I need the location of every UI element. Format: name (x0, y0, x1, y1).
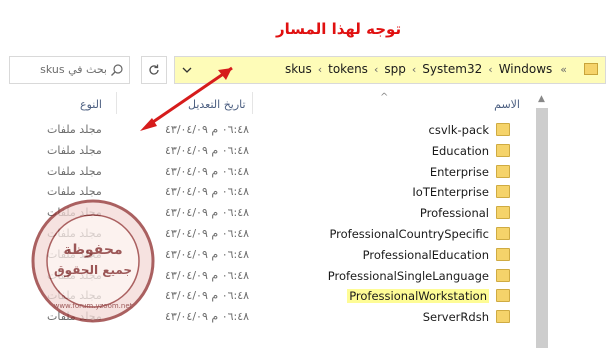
file-name: Education (431, 143, 489, 158)
folder-icon (496, 143, 510, 157)
breadcrumb-item-skus[interactable]: skus (285, 62, 312, 76)
search-box[interactable]: بحث في skus (9, 56, 130, 84)
list-item[interactable]: Enterprise ٠٦:٤٨ م ٤٣/٠٤/٠٩ مجلد ملفات (0, 162, 534, 183)
file-name: ServerRdsh (422, 310, 489, 325)
scroll-up-icon[interactable]: ▲ (538, 94, 545, 104)
folder-icon (496, 247, 510, 261)
file-date: ٠٦:٤٨ م ٤٣/٠٤/٠٩ (165, 143, 250, 157)
file-type: مجلد ملفات (47, 123, 102, 136)
list-item[interactable]: Education ٠٦:٤٨ م ٤٣/٠٤/٠٩ مجلد ملفات (0, 141, 534, 162)
file-type: مجلد ملفات (47, 143, 102, 157)
toolbar: بحث في skus skus ‹ tokens ‹ spp ‹ System… (0, 52, 608, 88)
breadcrumb-separator-icon: ‹ (317, 62, 323, 76)
breadcrumb-item-spp[interactable]: spp (384, 62, 406, 76)
folder-icon (496, 185, 510, 199)
file-name: Professional (419, 206, 489, 221)
folder-icon (496, 268, 510, 282)
breadcrumb-item-windows[interactable]: Windows (499, 62, 553, 76)
file-date: ٠٦:٤٨ م ٤٣/٠٤/٠٩ (165, 206, 250, 220)
breadcrumb-more-icon[interactable]: « (560, 63, 567, 76)
scrollbar[interactable]: ▲ (536, 92, 548, 352)
breadcrumb-item-system32[interactable]: System32 (422, 62, 482, 76)
file-name: Enterprise (429, 164, 489, 179)
file-date: ٠٦:٤٨ م ٤٣/٠٤/٠٩ (165, 185, 250, 199)
address-bar[interactable]: skus ‹ tokens ‹ spp ‹ System32 ‹ Windows… (174, 56, 606, 84)
scrollbar-thumb[interactable] (536, 108, 548, 348)
file-date: ٠٦:٤٨ م ٤٣/٠٤/٠٩ (165, 289, 250, 303)
column-divider[interactable] (116, 92, 117, 114)
breadcrumb-separator-icon: ‹ (411, 62, 417, 76)
folder-icon (496, 226, 510, 240)
column-date-modified[interactable]: تاريخ التعديل (188, 98, 246, 111)
file-date: ٠٦:٤٨ م ٤٣/٠٤/٠٩ (165, 164, 250, 178)
file-date: ٠٦:٤٨ م ٤٣/٠٤/٠٩ (165, 247, 250, 261)
column-divider[interactable] (252, 92, 253, 114)
watermark-text-1: محفوظة (63, 242, 122, 258)
file-name: csvlk-pack (428, 123, 489, 137)
column-name[interactable]: الاسم (494, 98, 520, 111)
file-name: ProfessionalSingleLanguage (327, 268, 489, 283)
breadcrumb-item-tokens[interactable]: tokens (328, 62, 368, 76)
folder-icon (584, 63, 598, 75)
watermark-text-2: جميع الحقوق (54, 263, 132, 278)
sort-up-icon: ^ (380, 92, 389, 103)
breadcrumb-separator-icon: ‹ (373, 62, 379, 76)
breadcrumb-separator-icon: ‹ (488, 62, 493, 76)
search-placeholder: بحث في skus (40, 63, 107, 76)
column-header: ^ الاسم تاريخ التعديل النوع (0, 92, 534, 118)
refresh-icon (149, 64, 159, 75)
watermark-seal: محفوظة جميع الحقوق www.forum.yzoom.net (31, 199, 155, 323)
column-type[interactable]: النوع (80, 98, 102, 111)
file-type: مجلد ملفات (47, 164, 102, 178)
refresh-button[interactable] (141, 56, 167, 84)
folder-icon (496, 310, 510, 324)
file-date: ٠٦:٤٨ م ٤٣/٠٤/٠٩ (165, 310, 250, 324)
folder-icon (496, 164, 510, 178)
annotation-label: توجه لهذا المسار (276, 20, 402, 38)
file-date: ٠٦:٤٨ م ٤٣/٠٤/٠٩ (165, 226, 250, 240)
breadcrumb: skus ‹ tokens ‹ spp ‹ System32 ‹ Windows… (285, 62, 573, 76)
file-name: IoTEnterprise (412, 185, 489, 200)
file-name: ProfessionalWorkstation (347, 289, 489, 304)
folder-icon (496, 289, 510, 303)
watermark-site: www.forum.yzoom.net (54, 302, 133, 310)
file-name: ProfessionalCountrySpecific (329, 226, 489, 241)
file-date: ٠٦:٤٨ م ٤٣/٠٤/٠٩ (165, 123, 250, 136)
chevron-down-icon[interactable] (181, 64, 193, 76)
file-date: ٠٦:٤٨ م ٤٣/٠٤/٠٩ (165, 268, 250, 282)
folder-icon (496, 123, 510, 136)
search-icon (111, 64, 123, 76)
list-item[interactable]: csvlk-pack ٠٦:٤٨ م ٤٣/٠٤/٠٩ مجلد ملفات (0, 120, 534, 141)
folder-icon (496, 206, 510, 220)
file-name: ProfessionalEducation (362, 247, 489, 262)
